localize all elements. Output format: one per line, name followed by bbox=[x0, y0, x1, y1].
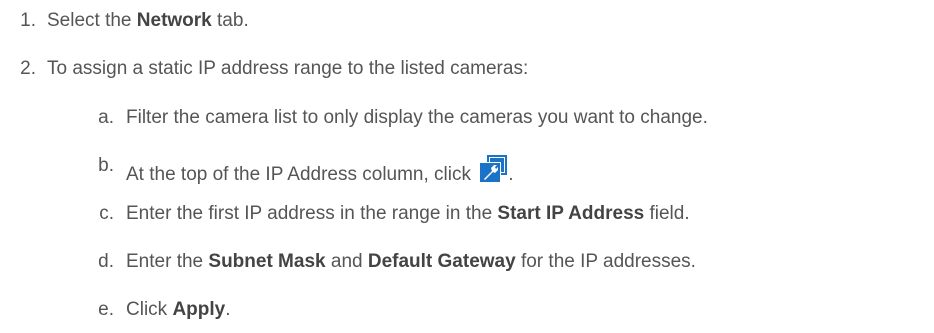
step-number: 1. bbox=[20, 10, 36, 31]
substep-letter: d. bbox=[98, 251, 114, 272]
step-number: 2. bbox=[20, 58, 36, 79]
step-text: Select the Network tab. bbox=[47, 10, 249, 31]
substep-text: Enter the Subnet Mask and Default Gatewa… bbox=[126, 251, 696, 272]
subnet-mask-label: Subnet Mask bbox=[208, 251, 326, 272]
step-text: To assign a static IP address range to t… bbox=[47, 58, 529, 79]
instructions-document: 1. Select the Network tab. 2. To assign … bbox=[0, 0, 934, 333]
apply-label: Apply bbox=[172, 299, 226, 320]
substep-letter: c. bbox=[99, 203, 114, 224]
start-ip-address-label: Start IP Address bbox=[497, 203, 645, 224]
substep-text: Click Apply. bbox=[126, 299, 231, 320]
default-gateway-label: Default Gateway bbox=[367, 251, 516, 272]
substep-text: Filter the camera list to only display t… bbox=[126, 107, 708, 128]
substep-letter: e. bbox=[98, 299, 114, 320]
edit-wrench-icon[interactable] bbox=[478, 154, 508, 184]
substep-letter: b. bbox=[98, 155, 114, 176]
substep-text: At the top of the IP Address column, cli… bbox=[126, 154, 514, 187]
substep-letter: a. bbox=[98, 107, 114, 128]
network-tab-label: Network bbox=[136, 10, 212, 31]
substep-text: Enter the first IP address in the range … bbox=[126, 203, 690, 224]
